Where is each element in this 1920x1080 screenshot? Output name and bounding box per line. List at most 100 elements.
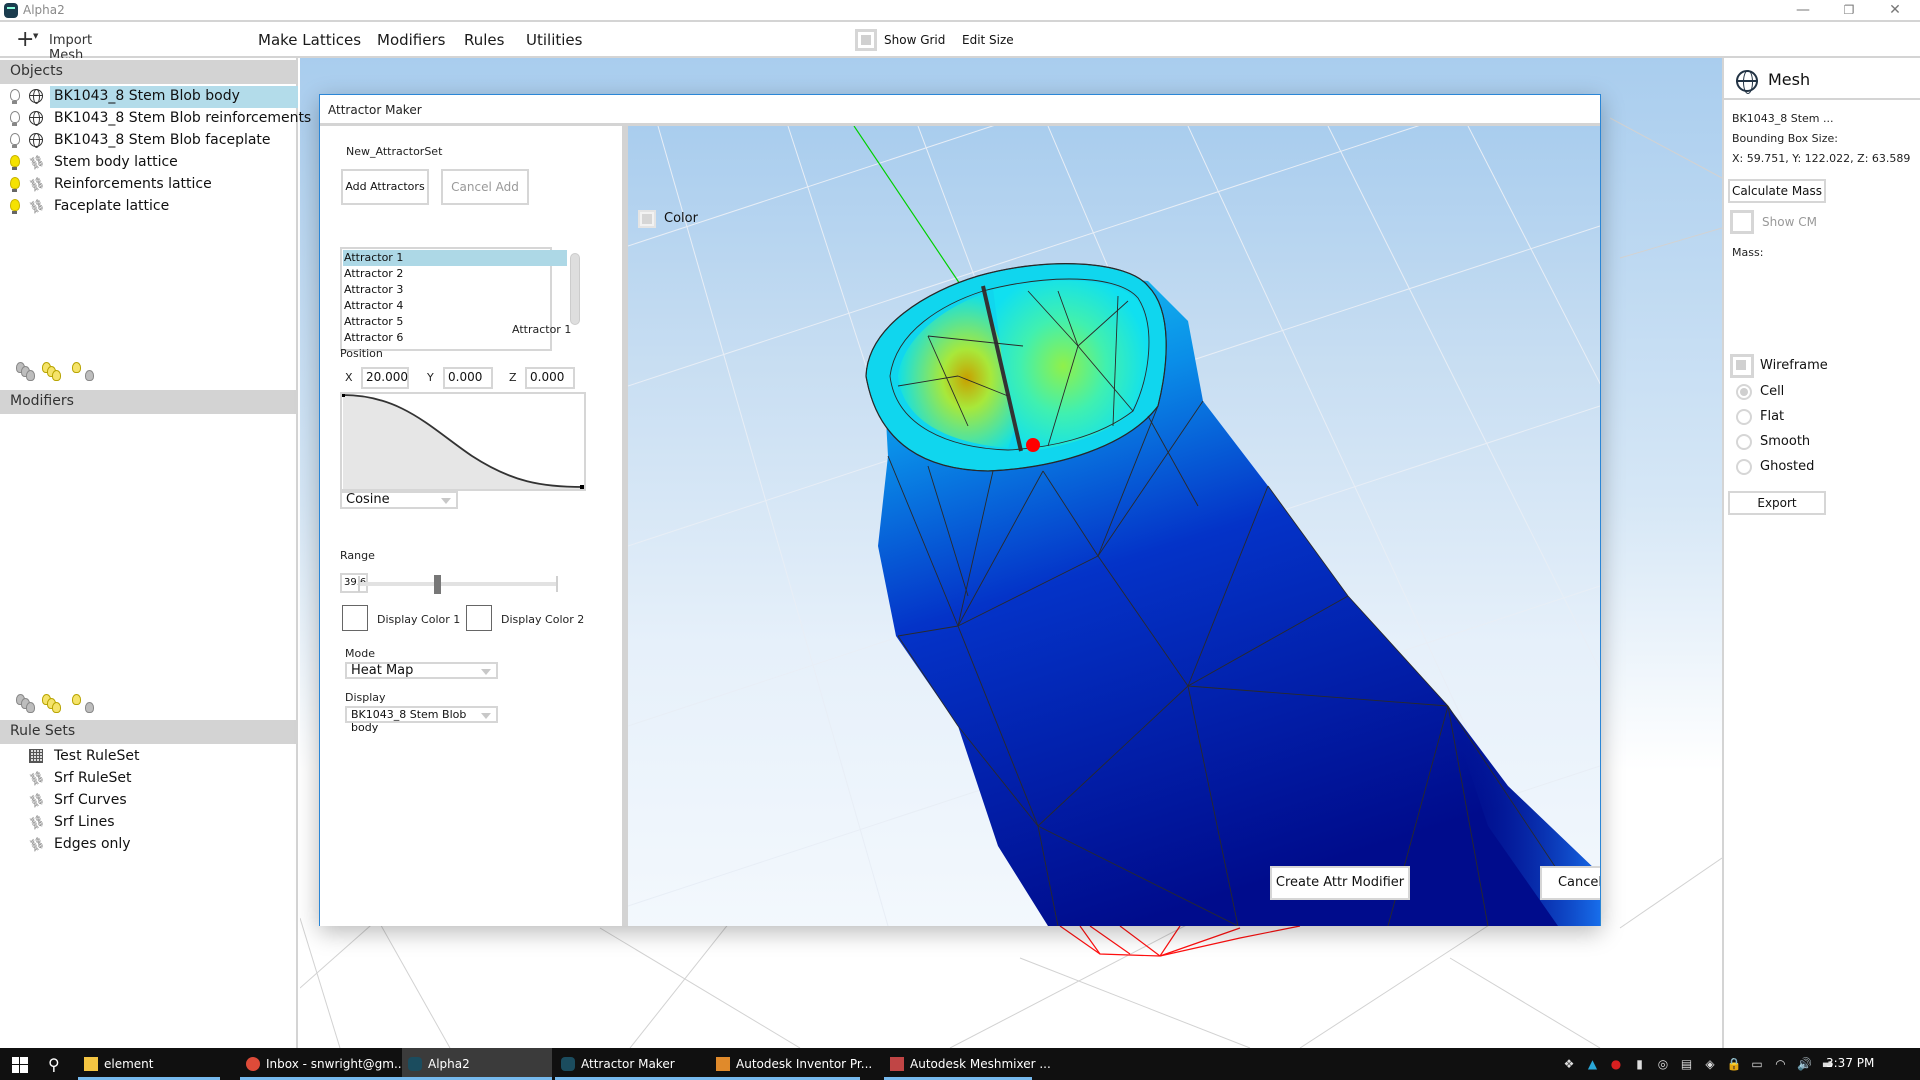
object-item[interactable]: BK1043_8 Stem Blob reinforcements [0,108,311,130]
calculate-mass-button[interactable]: Calculate Mass [1728,179,1826,203]
x-label: X [345,371,353,384]
position-x-input[interactable]: 20.000 [361,367,409,389]
dialog-title-bar[interactable]: Attractor Maker [320,95,1600,126]
volume-icon[interactable]: 🔊 [1797,1057,1812,1071]
y-label: Y [427,371,434,384]
ruleset-item[interactable]: ⛓ Edges only [0,834,298,856]
show-cm-checkbox[interactable] [1730,210,1754,234]
lightbulb-icon[interactable] [10,177,20,192]
autodesk-icon[interactable]: ▲ [1586,1057,1600,1071]
app-tray-icon[interactable]: ◈ [1703,1057,1717,1071]
modifiers-visibility-tools [16,694,126,720]
power-icon[interactable]: ▭ [1750,1057,1764,1071]
search-icon[interactable]: ⚲ [48,1055,60,1074]
wifi-icon[interactable]: ◠ [1774,1057,1788,1071]
position-y-input[interactable]: 0.000 [443,367,493,389]
menu-make-lattices[interactable]: Make Lattices [258,31,361,49]
object-item[interactable]: BK1043_8 Stem Blob body [0,86,298,108]
ruleset-item[interactable]: ⛓ Srf RuleSet [0,768,298,790]
mode-dropdown[interactable]: Heat Map [345,662,498,679]
lightbulb-icon[interactable] [10,133,20,148]
usb-icon[interactable]: ▮ [1633,1057,1647,1071]
render-mode-label: Smooth [1760,434,1811,449]
taskbar-item[interactable]: Autodesk Inventor Pr... [710,1048,872,1080]
drop-icon[interactable]: ● [1609,1057,1623,1071]
close-button[interactable]: ✕ [1872,0,1918,22]
attractor-list-scrollbar[interactable] [570,253,580,325]
edit-size-button[interactable]: Edit Size [962,33,1014,47]
show-all-icon[interactable] [42,362,64,384]
objects-visibility-tools [16,362,126,388]
show-grid-checkbox[interactable] [855,29,877,51]
object-item[interactable]: BK1043_8 Stem Blob faceplate [0,130,298,152]
export-button[interactable]: Export [1728,491,1826,515]
lock-icon[interactable]: 🔒 [1727,1057,1742,1071]
range-slider-thumb[interactable] [434,575,441,594]
create-attr-modifier-button[interactable]: Create Attr Modifier [1270,866,1410,900]
network-drive-icon[interactable]: ◎ [1656,1057,1670,1071]
import-mesh-button[interactable]: + ▼ Import Mesh [0,22,130,63]
attractor-list-item[interactable]: Attractor 4 [343,298,567,314]
render-mode-radio-ghosted[interactable] [1736,459,1752,475]
lightbulb-icon[interactable] [10,89,20,104]
clock[interactable]: 3:37 PM [1826,1056,1874,1070]
minimize-button[interactable]: — [1780,0,1826,22]
object-label: BK1043_8 Stem Blob reinforcements [54,110,312,126]
hide-all-icon[interactable] [16,362,38,384]
display-color2-swatch[interactable] [466,605,492,631]
hide-all-icon[interactable] [16,694,38,716]
cancel-button[interactable]: Cancel [1540,866,1600,900]
position-z-input[interactable]: 0.000 [525,367,575,389]
menu-modifiers[interactable]: Modifiers [377,31,445,49]
wireframe-label: Wireframe [1760,358,1828,373]
render-mode-radio-smooth[interactable] [1736,434,1752,450]
lightbulb-icon[interactable] [10,155,20,170]
range-slider-track[interactable] [358,582,558,586]
ruleset-item[interactable]: Test RuleSet [0,746,298,768]
meshmixer-icon [890,1057,904,1071]
ruleset-item[interactable]: ⛓ Srf Lines [0,812,298,834]
ruleset-item[interactable]: ⛓ Srf Curves [0,790,298,812]
attractor-list-item[interactable]: Attractor 3 [343,282,567,298]
lightbulb-icon[interactable] [10,111,20,126]
attractor-list-item[interactable]: Attractor 2 [343,266,567,282]
printer-icon[interactable]: ▤ [1680,1057,1694,1071]
render-mode-radio-flat[interactable] [1736,409,1752,425]
bbox-label: Bounding Box Size: [1732,132,1838,145]
menu-utilities[interactable]: Utilities [526,31,582,49]
lightbulb-icon[interactable] [10,199,20,214]
add-attractors-button[interactable]: Add Attractors [341,169,429,205]
windows-start-icon[interactable] [12,1057,28,1073]
attractor-list-item[interactable]: Attractor 1 [343,250,567,266]
falloff-function-dropdown[interactable]: Cosine [340,491,458,509]
dropbox-icon[interactable]: ❖ [1562,1057,1576,1071]
toggle-visibility-icon[interactable] [72,362,94,384]
toggle-visibility-icon[interactable] [72,694,94,716]
display-value: BK1043_8 Stem Blob body [351,708,467,734]
color-checkbox[interactable] [638,210,656,228]
plus-icon: + [16,27,35,52]
object-item[interactable]: ⛓ Stem body lattice [0,152,298,174]
object-label: Stem body lattice [54,154,178,170]
object-item[interactable]: ⛓ Reinforcements lattice [0,174,298,196]
menu-rules[interactable]: Rules [464,31,504,49]
ruleset-label: Edges only [54,836,131,852]
taskbar-item[interactable]: Autodesk Meshmixer ... [884,1048,1051,1080]
render-mode-label: Ghosted [1760,459,1815,474]
chevron-down-icon [481,713,491,719]
taskbar-item[interactable]: Alpha2 [402,1048,552,1080]
wireframe-checkbox[interactable] [1730,354,1754,378]
attractor-3d-viewport[interactable]: Color Create Attr Modifier Cancel [628,126,1600,926]
render-mode-radio-cell[interactable] [1736,384,1752,400]
display-color1-swatch[interactable] [342,605,368,631]
taskbar-item[interactable]: Attractor Maker [555,1048,710,1080]
object-label: BK1043_8 Stem Blob faceplate [54,132,271,148]
restore-button[interactable]: ❐ [1826,0,1872,22]
taskbar-item[interactable]: element [78,1048,220,1080]
object-item[interactable]: ⛓ Faceplate lattice [0,196,298,218]
show-all-icon[interactable] [42,694,64,716]
taskbar-item[interactable]: Inbox - snwright@gm... [240,1048,405,1080]
display-dropdown[interactable]: BK1043_8 Stem Blob body [345,706,498,734]
cancel-add-button[interactable]: Cancel Add [441,169,529,205]
falloff-curve-editor[interactable] [340,392,586,491]
